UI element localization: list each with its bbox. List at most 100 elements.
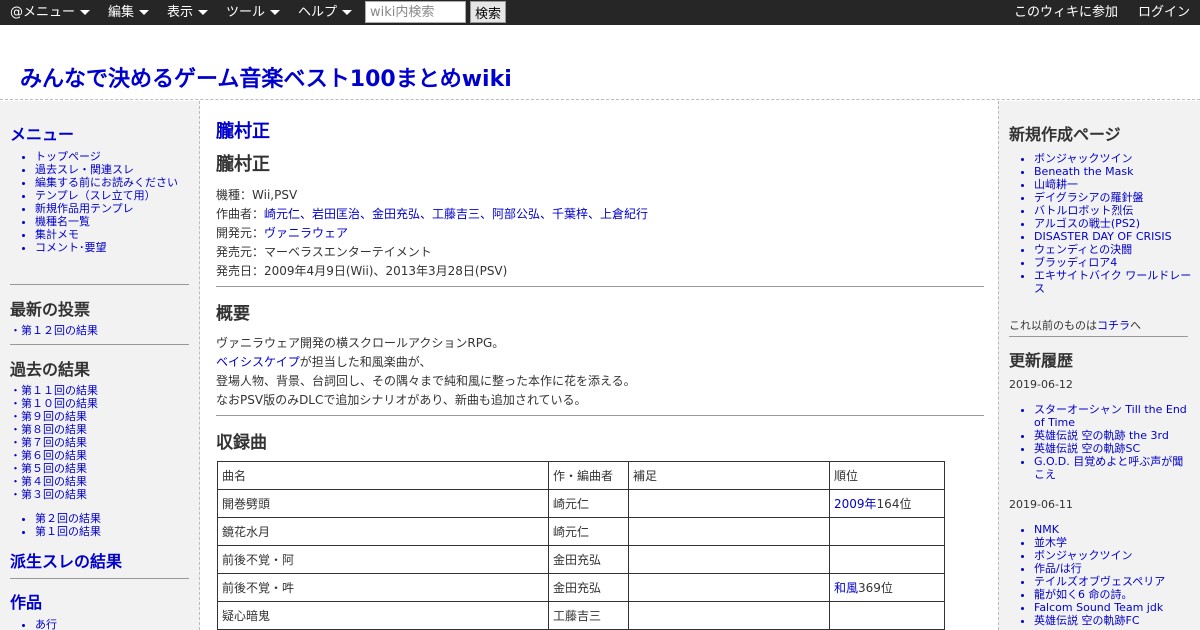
help-menu-dropdown[interactable]: ヘルプ	[298, 0, 353, 25]
track-title: 前後不覚・阿	[217, 545, 549, 574]
at-menu-dropdown[interactable]: @メニュー	[10, 0, 91, 25]
overview-text: ベイシスケイプが担当した和風楽曲が、	[216, 353, 432, 370]
works-list: あ行	[10, 618, 57, 630]
new-page-item[interactable]: ウェンディとの決闘	[1034, 243, 1194, 256]
basiscape-link[interactable]: ベイシスケイプ	[216, 355, 300, 369]
history-list: スターオーシャン Till the End of Time 英雄伝説 空の軌跡 …	[1009, 403, 1194, 481]
history-item[interactable]: ボンジャックツイン	[1034, 549, 1194, 562]
publisher-value: マーベラスエンターテイメント	[264, 245, 432, 259]
works-item[interactable]: あ行	[35, 618, 57, 630]
platform-line: 機種：Wii,PSV	[216, 186, 297, 203]
page-title-link[interactable]: 朧村正	[216, 117, 270, 143]
rank-value: 369位	[858, 581, 893, 595]
table-row: 鏡花水月 崎元仁	[217, 517, 945, 546]
table-row: 疑心暗鬼 工藤吉三	[217, 601, 945, 630]
divider	[10, 344, 189, 345]
history-item[interactable]: G.O.D. 目覚めよと呼ぶ声が聞こえ	[1034, 455, 1194, 481]
past-result-item[interactable]: 第４回の結果	[10, 475, 98, 488]
history-list: NMK 並木学 ボンジャックツイン 作品/は行 テイルズオブヴェスペリア 龍が如…	[1009, 523, 1194, 627]
caret-down-icon	[198, 10, 209, 15]
menu-item-read-before-edit[interactable]: 編集する前にお読みください	[35, 176, 178, 189]
table-header-row: 曲名 作・編曲者 補足 順位	[217, 461, 945, 490]
history-item[interactable]: 英雄伝説 空の軌跡SC	[1034, 442, 1194, 455]
new-page-item[interactable]: アルゴスの戦士(PS2)	[1034, 217, 1194, 230]
past-result-item[interactable]: 第１１回の結果	[10, 384, 98, 397]
past-result-label: 第３回の結果	[21, 488, 87, 501]
new-page-item[interactable]: DISASTER DAY OF CRISIS	[1034, 230, 1194, 243]
tools-menu-dropdown[interactable]: ツール	[226, 0, 281, 25]
track-composer: 崎元仁	[548, 489, 629, 518]
rank-link[interactable]: 2009年	[834, 497, 877, 511]
menu-label: ヘルプ	[298, 5, 338, 20]
history-item[interactable]: テイルズオブヴェスペリア	[1034, 575, 1194, 588]
menu-label: 表示	[167, 5, 194, 20]
composer-line: 作曲者：崎元仁、岩田匡治、金田充弘、工藤吉三、阿部公弘、千葉梓、上倉紀行	[216, 205, 648, 222]
login-link[interactable]: ログイン	[1138, 0, 1190, 25]
new-page-item[interactable]: デイグラシアの羅針盤	[1034, 191, 1194, 204]
publisher-line: 発売元：マーベラスエンターテイメント	[216, 243, 432, 260]
menu-item-thread-template[interactable]: テンプレ（スレ立て用）	[35, 189, 178, 202]
history-item[interactable]: スターオーシャン Till the End of Time	[1034, 403, 1194, 429]
works-heading[interactable]: 作品	[10, 589, 42, 613]
past-result-item[interactable]: 第６回の結果	[10, 449, 98, 462]
history-item[interactable]: NMK	[1034, 523, 1194, 536]
site-title-link[interactable]: みんなで決めるゲーム音楽ベスト100まとめwiki	[20, 61, 512, 93]
track-note	[628, 545, 830, 574]
rank-link[interactable]: 和風	[834, 581, 858, 595]
join-wiki-link[interactable]: このウィキに参加	[1014, 0, 1118, 25]
view-menu-dropdown[interactable]: 表示	[167, 0, 209, 25]
past-result-label: 第６回の結果	[21, 449, 87, 462]
history-item[interactable]: 英雄伝説 空の軌跡 the 3rd	[1034, 429, 1194, 442]
new-page-item[interactable]: ブラッディロア4	[1034, 256, 1194, 269]
menu-item-tally-memo[interactable]: 集計メモ	[35, 228, 178, 241]
composer-links[interactable]: 崎元仁、岩田匡治、金田充弘、工藤吉三、阿部公弘、千葉梓、上倉紀行	[264, 207, 648, 221]
past-result-item[interactable]: 第９回の結果	[10, 410, 98, 423]
update-history-heading: 更新履歴	[1009, 351, 1074, 370]
new-page-item[interactable]: ボンジャックツイン	[1034, 152, 1194, 165]
menu-item-new-work-template[interactable]: 新規作品用テンプレ	[35, 202, 178, 215]
site-header: みんなで決めるゲーム音楽ベスト100まとめwiki	[0, 25, 1200, 100]
older-pages-link[interactable]: コチラ	[1097, 319, 1130, 332]
platform-label: 機種：	[216, 188, 253, 202]
latest-vote-item[interactable]: 第１２回の結果	[10, 324, 98, 337]
left-sidebar: メニュー トップページ 過去スレ・関連スレ 編集する前にお読みください テンプレ…	[0, 101, 200, 630]
track-rank	[829, 601, 945, 630]
past-result-item[interactable]: 第１回の結果	[35, 525, 101, 538]
divider	[216, 286, 984, 287]
past-result-item[interactable]: 第７回の結果	[10, 436, 98, 449]
wiki-search-input[interactable]	[365, 1, 466, 23]
past-result-item[interactable]: 第２回の結果	[35, 512, 101, 525]
track-title: 前後不覚・吽	[217, 573, 549, 602]
caret-down-icon	[270, 10, 281, 15]
menu-heading[interactable]: メニュー	[10, 121, 74, 145]
new-page-item[interactable]: バトルロボット烈伝	[1034, 204, 1194, 217]
derived-results-heading[interactable]: 派生スレの結果	[10, 548, 122, 572]
track-note	[628, 489, 830, 518]
edit-menu-dropdown[interactable]: 編集	[108, 0, 150, 25]
history-item[interactable]: 作品/は行	[1034, 562, 1194, 575]
menu-item-top-page[interactable]: トップページ	[35, 150, 178, 163]
history-item[interactable]: Falcom Sound Team jdk	[1034, 601, 1194, 614]
menu-item-comments[interactable]: コメント･要望	[35, 241, 178, 254]
past-result-item[interactable]: 第５回の結果	[10, 462, 98, 475]
history-item[interactable]: 並木学	[1034, 536, 1194, 549]
latest-vote-list: 第１２回の結果	[10, 324, 98, 337]
new-page-item[interactable]: 山﨑耕一	[1034, 178, 1194, 191]
past-result-item[interactable]: 第１０回の結果	[10, 397, 98, 410]
new-page-item[interactable]: Beneath the Mask	[1034, 165, 1194, 178]
track-composer: 金田充弘	[548, 573, 629, 602]
developer-link[interactable]: ヴァニラウェア	[264, 226, 348, 240]
track-title: 開巻劈頭	[217, 489, 549, 518]
history-item[interactable]: 英雄伝説 空の軌跡FC	[1034, 614, 1194, 627]
past-result-item[interactable]: 第３回の結果	[10, 488, 98, 501]
track-table: 曲名 作・編曲者 補足 順位 開巻劈頭 崎元仁 2009年164位 鏡花水月 崎…	[217, 461, 945, 630]
new-page-item[interactable]: エキサイトバイク ワールドレース	[1034, 269, 1194, 295]
history-item[interactable]: 龍が如く6 命の詩。	[1034, 588, 1194, 601]
search-button[interactable]: 検索	[470, 1, 506, 23]
past-result-label: 第４回の結果	[21, 475, 87, 488]
menu-item-platform-list[interactable]: 機種名一覧	[35, 215, 178, 228]
menu-item-past-threads[interactable]: 過去スレ・関連スレ	[35, 163, 178, 176]
older-suffix: へ	[1130, 319, 1141, 332]
developer-line: 開発元：ヴァニラウェア	[216, 224, 348, 241]
past-result-item[interactable]: 第８回の結果	[10, 423, 98, 436]
